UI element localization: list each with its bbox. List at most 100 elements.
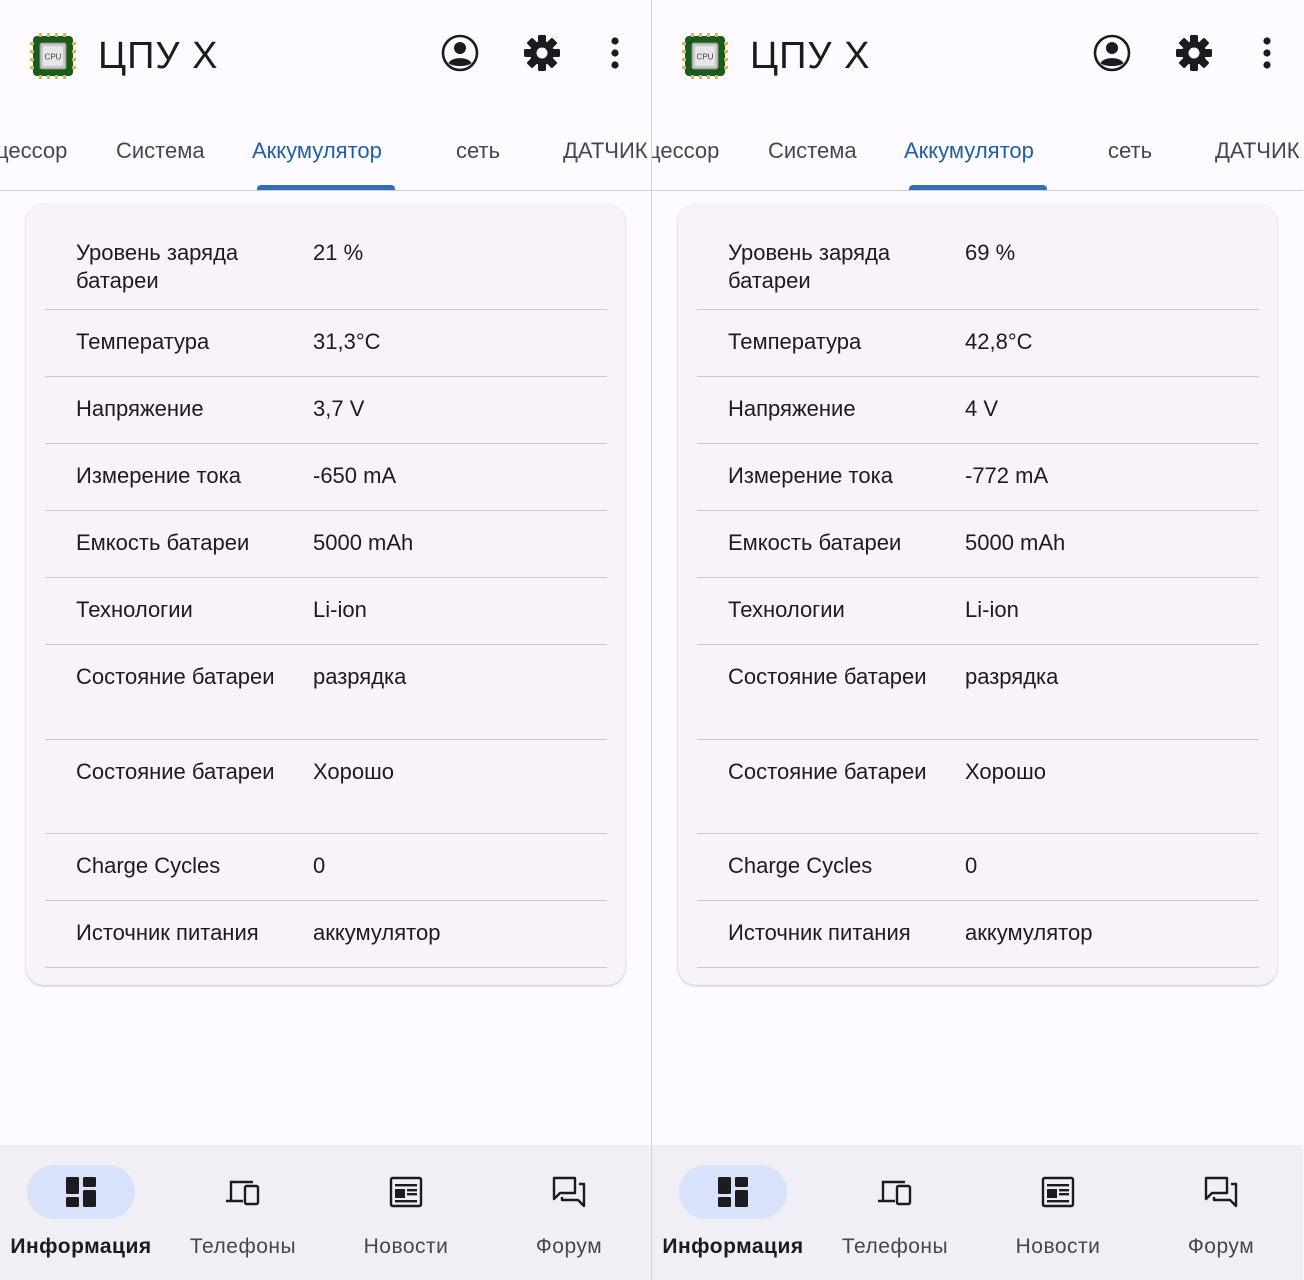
app-title: ЦПУ X: [750, 35, 871, 77]
cpu-chip-icon: CPU: [682, 33, 728, 79]
row-value: аккумулятор: [965, 920, 1093, 945]
row-value: -650 mA: [313, 463, 397, 488]
tab-active-indicator: [257, 185, 395, 190]
nav-label: Информация: [10, 1235, 152, 1258]
app-bar: CPU ЦПУ X: [0, 0, 651, 110]
nav-item-forum[interactable]: Форум: [1140, 1145, 1302, 1280]
more-vert-icon[interactable]: [1247, 33, 1287, 73]
account-circle-icon[interactable]: [1092, 33, 1132, 73]
row-value: 4 V: [965, 396, 999, 421]
bottom-navigation: Информация Телефоны Новости Форум: [652, 1145, 1303, 1280]
battery-info-row: Состояние батареи разрядка: [45, 644, 607, 740]
more-vert-icon[interactable]: [595, 33, 635, 73]
battery-info-row: Charge Cycles 0: [697, 833, 1259, 901]
battery-info-card: Уровень заряда батареи 21 % Температура 31,…: [26, 204, 625, 985]
row-label: Уровень заряда батареи: [76, 240, 239, 293]
row-label: Температура: [76, 329, 210, 354]
dashboard-icon: [61, 1172, 101, 1212]
app-bar: CPU ЦПУ X: [652, 0, 1303, 110]
tab-4[interactable]: ДАТЧИК: [1215, 137, 1300, 165]
row-value: Хорошо: [313, 759, 395, 784]
tab-3[interactable]: сеть: [1108, 137, 1152, 165]
row-value: разрядка: [965, 664, 1059, 689]
row-label: Источник питания: [76, 920, 259, 945]
tab-0[interactable]: цессор: [0, 137, 67, 165]
bottom-navigation: Информация Телефоны Новости Форум: [0, 1145, 651, 1280]
row-label: Технологии: [76, 597, 193, 622]
devices-icon: [875, 1172, 915, 1212]
row-label: Емкость батареи: [728, 530, 902, 555]
nav-item-devices[interactable]: Телефоны: [814, 1145, 976, 1280]
row-value: 0: [313, 853, 326, 878]
battery-info-row: Измерение тока -772 mA: [697, 443, 1259, 511]
battery-info-row: Температура 42,8°C: [697, 309, 1259, 377]
nav-item-forum[interactable]: Форум: [488, 1145, 650, 1280]
row-value: 3,7 V: [313, 396, 365, 421]
tab-3[interactable]: сеть: [456, 137, 500, 165]
battery-info-row: Уровень заряда батареи 69 %: [697, 204, 1259, 310]
nav-label: Новости: [363, 1235, 449, 1258]
tab-4[interactable]: ДАТЧИК: [563, 137, 648, 165]
tab-1[interactable]: Система: [768, 137, 857, 165]
nav-label: Форум: [535, 1235, 603, 1258]
nav-label: Информация: [662, 1235, 804, 1258]
battery-info-row: Температура 31,3°C: [45, 309, 607, 377]
nav-item-newspaper[interactable]: Новости: [977, 1145, 1139, 1280]
battery-info-row: Состояние батареи Хорошо: [697, 739, 1259, 834]
battery-info-card: Уровень заряда батареи 69 % Температура 42,…: [678, 204, 1277, 985]
row-label: Напряжение: [728, 396, 856, 421]
battery-info-row: Емкость батареи 5000 mAh: [697, 510, 1259, 578]
row-label: Charge Cycles: [76, 853, 221, 878]
row-value: 69 %: [965, 240, 1016, 265]
tab-bar: цессор Система Аккумулятор сеть ДАТЧИК: [0, 110, 651, 191]
tab-0[interactable]: цессор: [652, 137, 719, 165]
tab-1[interactable]: Система: [116, 137, 205, 165]
settings-gear-icon[interactable]: [522, 33, 562, 73]
nav-item-newspaper[interactable]: Новости: [325, 1145, 487, 1280]
nav-label: Новости: [1015, 1235, 1101, 1258]
account-circle-icon[interactable]: [440, 33, 480, 73]
row-label: Источник питания: [728, 920, 911, 945]
newspaper-icon: [1038, 1172, 1078, 1212]
dashboard-icon: [713, 1172, 753, 1212]
row-label: Измерение тока: [728, 463, 893, 488]
screen-panel: CPU ЦПУ X цессор Система Аккумулятор сет…: [652, 0, 1303, 1280]
battery-info-row: Состояние батареи Хорошо: [45, 739, 607, 834]
screen-panel: CPU ЦПУ X цессор Система Аккумулятор сет…: [0, 0, 651, 1280]
settings-gear-icon[interactable]: [1174, 33, 1214, 73]
row-value: 21 %: [313, 240, 364, 265]
nav-item-dashboard[interactable]: Информация: [652, 1145, 814, 1280]
battery-info-row: Емкость батареи 5000 mAh: [45, 510, 607, 578]
row-value: Li-ion: [965, 597, 1019, 622]
row-value: -772 mA: [965, 463, 1049, 488]
battery-info-row: Источник питания аккумулятор: [697, 900, 1259, 968]
battery-info-row: Измерение тока -650 mA: [45, 443, 607, 511]
battery-info-row: Уровень заряда батареи 21 %: [45, 204, 607, 310]
app-title: ЦПУ X: [98, 35, 219, 77]
tab-battery[interactable]: Аккумулятор: [252, 137, 382, 165]
svg-text:CPU: CPU: [697, 53, 714, 62]
battery-info-row: Напряжение 4 V: [697, 376, 1259, 444]
battery-info-row: Состояние батареи разрядка: [697, 644, 1259, 740]
nav-label: Телефоны: [841, 1235, 949, 1258]
row-label: Технологии: [728, 597, 845, 622]
row-value: 5000 mAh: [313, 530, 414, 555]
row-label: Измерение тока: [76, 463, 241, 488]
row-value: аккумулятор: [313, 920, 441, 945]
tab-battery[interactable]: Аккумулятор: [904, 137, 1034, 165]
row-label: Емкость батареи: [76, 530, 250, 555]
nav-item-devices[interactable]: Телефоны: [162, 1145, 324, 1280]
nav-label: Форум: [1187, 1235, 1255, 1258]
nav-item-dashboard[interactable]: Информация: [0, 1145, 162, 1280]
row-value: 42,8°C: [965, 329, 1033, 354]
row-label: Charge Cycles: [728, 853, 873, 878]
battery-info-row: Технологии Li-ion: [45, 577, 607, 645]
battery-info-row: Charge Cycles 0: [45, 833, 607, 901]
newspaper-icon: [386, 1172, 426, 1212]
row-value: 31,3°C: [313, 329, 381, 354]
battery-info-row: Напряжение 3,7 V: [45, 376, 607, 444]
battery-info-row: Технологии Li-ion: [697, 577, 1259, 645]
tab-active-indicator: [909, 185, 1047, 190]
row-label: Температура: [728, 329, 862, 354]
row-label: Состояние батареи: [76, 759, 275, 784]
